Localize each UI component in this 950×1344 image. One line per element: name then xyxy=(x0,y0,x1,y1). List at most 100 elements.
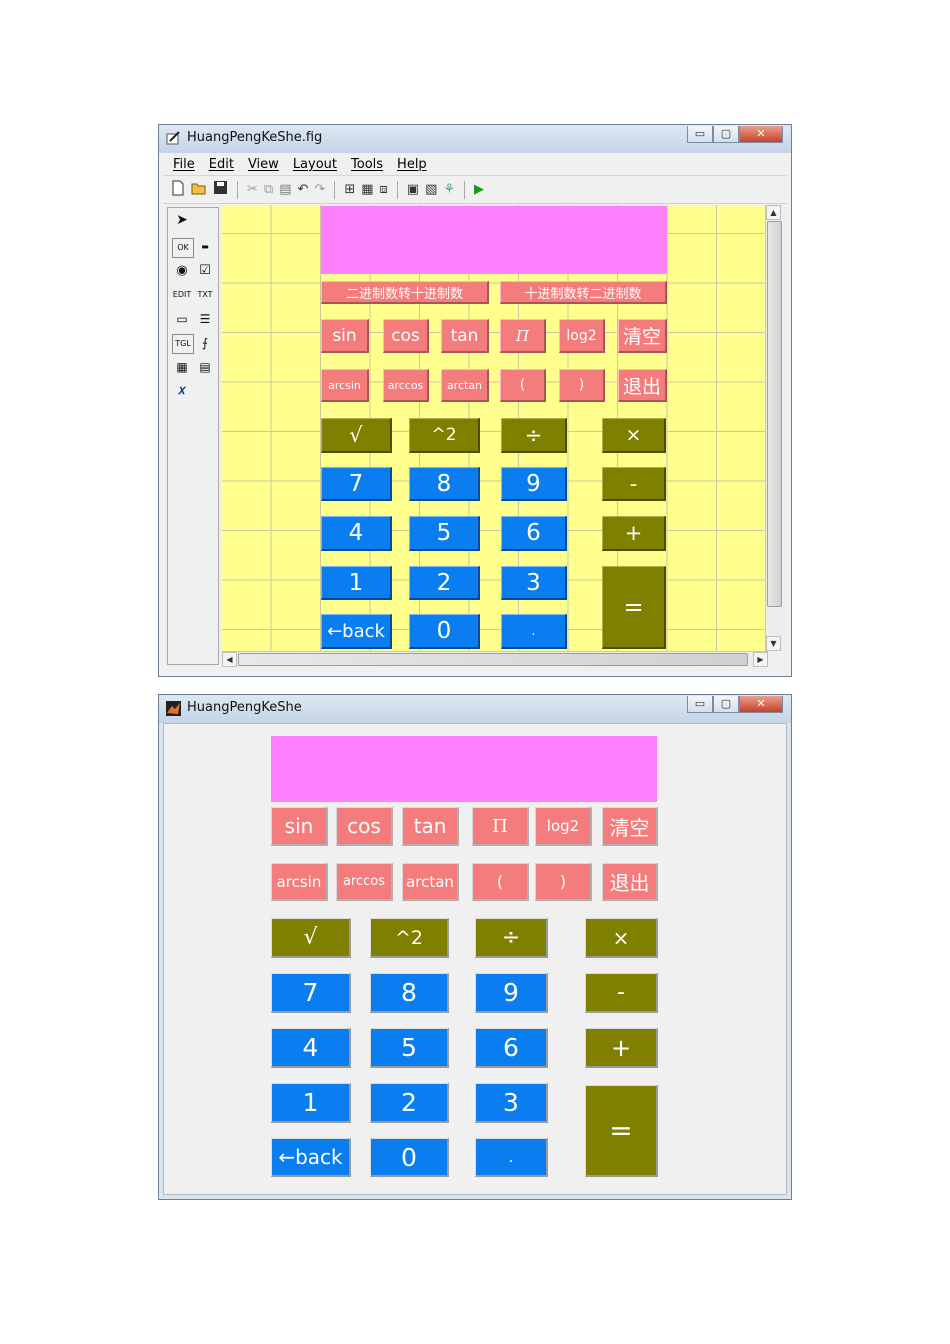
equals-button[interactable]: = xyxy=(585,1085,658,1177)
paste-icon[interactable]: ▤ xyxy=(279,182,291,197)
statictext-tool-icon[interactable]: TXT xyxy=(195,286,215,304)
copy-icon[interactable]: ⧉ xyxy=(264,182,273,197)
decimal-point-button[interactable]: . xyxy=(475,1138,548,1177)
popupmenu-tool-icon[interactable]: ▭ xyxy=(172,310,192,328)
tab-order-icon[interactable]: ⧈ xyxy=(380,182,388,197)
plus-button[interactable]: + xyxy=(602,516,666,551)
arctan-button[interactable]: arctan xyxy=(402,863,459,901)
sin-button[interactable]: sin xyxy=(271,807,328,846)
digit-0-button[interactable]: 0 xyxy=(370,1138,449,1177)
divide-button[interactable]: ÷ xyxy=(475,918,548,958)
tan-button[interactable]: tan xyxy=(441,319,489,353)
arctan-button[interactable]: arctan xyxy=(441,369,489,402)
digit-9-button[interactable]: 9 xyxy=(475,973,548,1013)
slider-tool-icon[interactable]: ▬ xyxy=(195,238,215,256)
menu-help[interactable]: Help xyxy=(397,157,427,172)
digit-3-button[interactable]: 3 xyxy=(475,1083,548,1123)
right-paren-button[interactable]: ) xyxy=(559,369,605,402)
menu-view[interactable]: View xyxy=(248,157,279,172)
horizontal-scroll-thumb[interactable] xyxy=(238,653,748,666)
pi-button[interactable]: Π xyxy=(472,807,529,846)
digit-7-button[interactable]: 7 xyxy=(271,973,351,1013)
arccos-button[interactable]: arccos xyxy=(336,863,393,901)
minus-button[interactable]: - xyxy=(585,973,658,1013)
bin-to-dec-button[interactable]: 二进制数转十进制数 xyxy=(321,281,489,304)
digit-0-button[interactable]: 0 xyxy=(409,614,480,649)
listbox-tool-icon[interactable]: ☰ xyxy=(195,310,215,328)
arccos-button[interactable]: arccos xyxy=(383,369,429,402)
back-button[interactable]: ←back xyxy=(321,614,392,649)
left-paren-button[interactable]: ( xyxy=(500,369,546,402)
menu-tools[interactable]: Tools xyxy=(351,157,383,172)
run-icon[interactable]: ▶ xyxy=(474,182,484,197)
digit-5-button[interactable]: 5 xyxy=(370,1028,449,1068)
decimal-point-button[interactable]: . xyxy=(501,614,567,649)
digit-2-button[interactable]: 2 xyxy=(409,566,480,600)
pushbutton-tool-icon[interactable]: OK xyxy=(172,238,194,258)
close-button[interactable]: ✕ xyxy=(739,696,783,713)
sqrt-button[interactable]: √ xyxy=(271,918,351,958)
togglebutton-tool-icon[interactable]: TGL xyxy=(172,334,194,354)
digit-6-button[interactable]: 6 xyxy=(475,1028,548,1068)
digit-4-button[interactable]: 4 xyxy=(271,1028,351,1068)
save-icon[interactable] xyxy=(213,180,228,199)
multiply-button[interactable]: × xyxy=(585,918,658,958)
scroll-left-arrow-icon[interactable]: ◀ xyxy=(222,652,237,667)
menu-layout[interactable]: Layout xyxy=(293,157,337,172)
title-bar[interactable]: HuangPengKeShe.fig ▭ ▢ ✕ xyxy=(159,125,791,153)
arcsin-button[interactable]: arcsin xyxy=(321,369,369,402)
back-button[interactable]: ←back xyxy=(271,1138,351,1177)
edittext-tool-icon[interactable]: EDIT xyxy=(172,286,192,304)
digit-6-button[interactable]: 6 xyxy=(501,516,567,551)
multiply-button[interactable]: × xyxy=(602,418,666,453)
cos-button[interactable]: cos xyxy=(383,319,429,353)
open-icon[interactable] xyxy=(191,180,207,200)
minus-button[interactable]: - xyxy=(602,467,666,501)
cos-button[interactable]: cos xyxy=(336,807,393,846)
exit-button[interactable]: 退出 xyxy=(602,863,658,901)
digit-1-button[interactable]: 1 xyxy=(271,1083,351,1123)
axes-tool-icon[interactable]: ⨍ xyxy=(195,334,215,352)
mfile-editor-icon[interactable]: ▣ xyxy=(407,182,419,197)
sin-button[interactable]: sin xyxy=(321,319,369,353)
divide-button[interactable]: ÷ xyxy=(501,418,567,453)
digit-4-button[interactable]: 4 xyxy=(321,516,392,551)
digit-8-button[interactable]: 8 xyxy=(409,467,480,501)
menu-editor-icon[interactable]: ▦ xyxy=(361,182,373,197)
square-button[interactable]: ^2 xyxy=(370,918,449,958)
digit-3-button[interactable]: 3 xyxy=(501,566,567,600)
select-tool-icon[interactable]: ➤ xyxy=(172,211,192,229)
digit-7-button[interactable]: 7 xyxy=(321,467,392,501)
title-bar[interactable]: HuangPengKeShe ▭ ▢ ✕ xyxy=(159,695,791,723)
plus-button[interactable]: + xyxy=(585,1028,658,1068)
log2-button[interactable]: log2 xyxy=(559,319,605,353)
square-button[interactable]: ^2 xyxy=(409,418,480,453)
equals-button[interactable]: = xyxy=(602,566,666,649)
digit-5-button[interactable]: 5 xyxy=(409,516,480,551)
log2-button[interactable]: log2 xyxy=(535,807,592,846)
cut-icon[interactable]: ✂ xyxy=(247,182,258,197)
digit-9-button[interactable]: 9 xyxy=(501,467,567,501)
pi-button[interactable]: Π xyxy=(500,319,546,353)
new-icon[interactable] xyxy=(171,180,185,200)
object-browser-icon[interactable]: ⚘ xyxy=(443,182,455,197)
minimize-button[interactable]: ▭ xyxy=(687,696,713,713)
property-inspector-icon[interactable]: ▧ xyxy=(425,182,437,197)
vertical-scroll-thumb[interactable] xyxy=(767,221,782,607)
tan-button[interactable]: tan xyxy=(402,807,459,846)
exit-button[interactable]: 退出 xyxy=(618,369,667,402)
horizontal-scrollbar[interactable]: ◀ ▶ xyxy=(222,651,768,667)
clear-button[interactable]: 清空 xyxy=(602,807,658,846)
digit-2-button[interactable]: 2 xyxy=(370,1083,449,1123)
undo-icon[interactable]: ↶ xyxy=(298,182,309,197)
digit-1-button[interactable]: 1 xyxy=(321,566,392,600)
radiobutton-tool-icon[interactable]: ◉ xyxy=(172,262,192,280)
panel-tool-icon[interactable]: ▦ xyxy=(172,358,192,376)
scroll-right-arrow-icon[interactable]: ▶ xyxy=(753,652,768,667)
layout-grid-canvas[interactable]: 二进制数转十进制数 十进制数转二进制数 sin cos tan Π log2 清… xyxy=(222,205,768,651)
digit-8-button[interactable]: 8 xyxy=(370,973,449,1013)
maximize-button[interactable]: ▢ xyxy=(713,696,739,713)
menu-file[interactable]: File xyxy=(173,157,195,172)
align-icon[interactable]: ⊞ xyxy=(344,182,355,197)
clear-button[interactable]: 清空 xyxy=(618,319,667,353)
